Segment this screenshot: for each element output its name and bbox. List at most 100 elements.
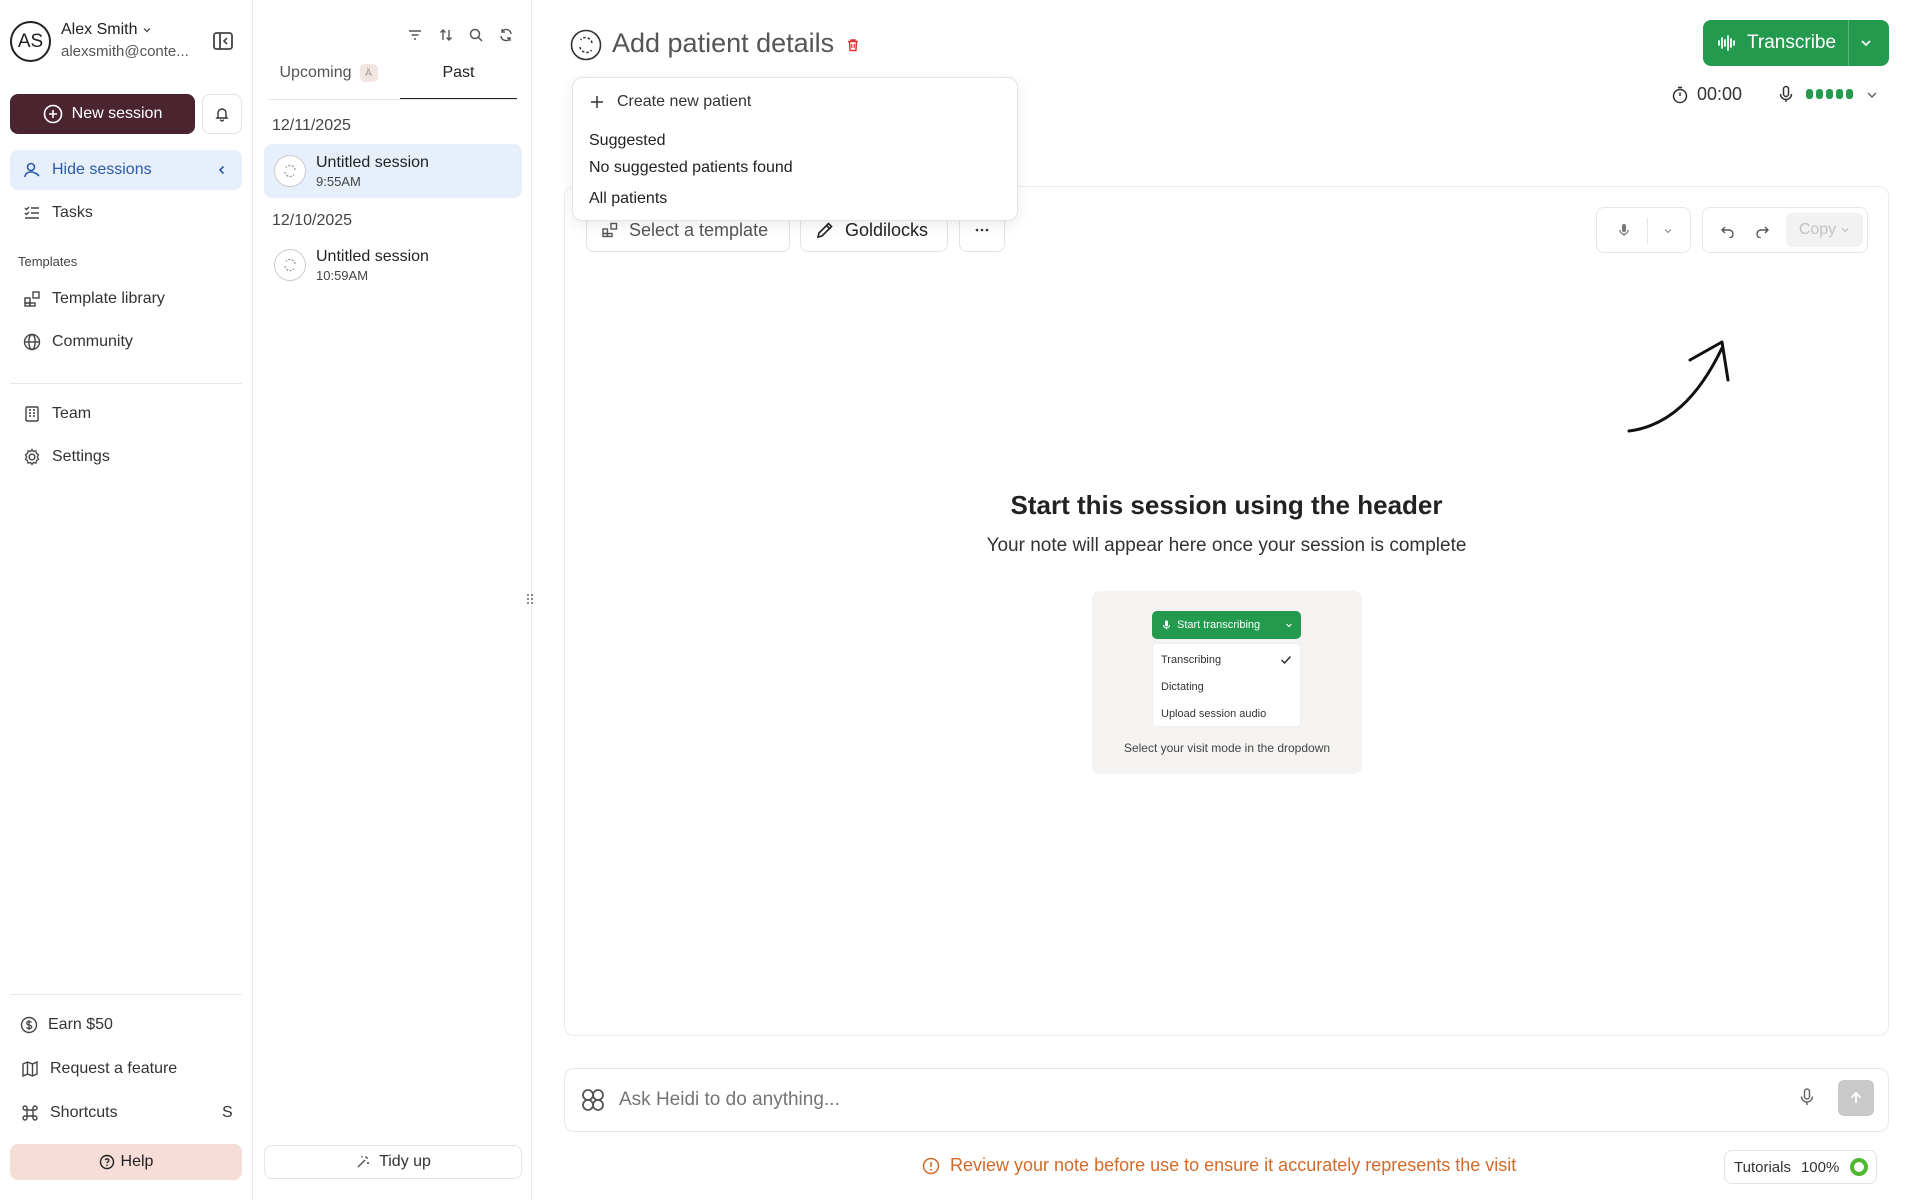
copy-button[interactable]: Copy — [1786, 213, 1863, 247]
new-session-button[interactable]: New session — [10, 94, 195, 134]
session-time: 9:55AM — [316, 173, 361, 189]
undo-icon[interactable] — [1720, 223, 1735, 238]
chevron-down-icon — [143, 28, 151, 33]
tab-label: Upcoming — [279, 64, 352, 81]
ask-heidi-input[interactable] — [619, 1089, 1719, 1111]
pencil-icon — [816, 222, 833, 239]
goldilocks-label: Goldilocks — [845, 219, 929, 240]
split-divider — [1848, 20, 1849, 66]
transcribe-button[interactable]: Transcribe — [1703, 20, 1889, 66]
session-time: 10:59AM — [316, 267, 369, 283]
avatar[interactable]: AS — [10, 21, 51, 62]
illus-button-label: Start transcribing — [1177, 619, 1261, 631]
templates-heading: Templates — [18, 254, 78, 269]
user-name: Alex Smith — [61, 21, 138, 38]
dollar-icon — [20, 1016, 38, 1034]
patient-status-icon[interactable] — [570, 29, 602, 61]
sidebar-item-team[interactable]: Team — [10, 394, 242, 434]
help-circle-icon — [99, 1154, 114, 1170]
sidebar-item-label: Community — [52, 333, 133, 350]
magic-wand-icon — [357, 1156, 370, 1168]
sidebar-item-label: Earn $50 — [48, 1016, 113, 1033]
sidebar-item-hide-sessions[interactable]: Hide sessions — [10, 150, 242, 190]
template-library-icon — [24, 291, 40, 307]
sidebar-item-label: Shortcuts — [50, 1104, 118, 1121]
sidebar-divider — [10, 383, 242, 384]
upcoming-count-badge: Ä — [359, 64, 378, 82]
microphone-icon — [1163, 620, 1170, 630]
empty-state-subtitle: Your note will appear here once your ses… — [986, 535, 1467, 556]
session-item[interactable]: Untitled session 9:55AM — [264, 144, 522, 198]
sidebar-item-request-feature[interactable]: Request a feature — [10, 1049, 242, 1089]
page-title[interactable]: Add patient details — [612, 28, 834, 59]
new-session-label: New session — [71, 105, 163, 122]
copy-label: Copy — [1798, 221, 1837, 238]
sidebar-divider — [10, 994, 242, 995]
chevron-down-icon[interactable] — [1865, 88, 1879, 102]
trash-icon[interactable] — [845, 37, 861, 53]
transcribe-label: Transcribe — [1747, 32, 1837, 53]
shortcut-key-badge: S — [222, 1104, 233, 1121]
microphone-icon[interactable] — [1777, 85, 1795, 103]
check-icon — [1281, 656, 1292, 665]
patient-dropdown: Create new patient Suggested No suggeste… — [572, 77, 1018, 221]
gear-icon — [24, 448, 40, 466]
sidebar-item-template-library[interactable]: Template library — [10, 279, 242, 319]
chevron-down-icon — [1841, 228, 1849, 233]
sidebar-item-label: Template library — [52, 290, 165, 307]
tidy-up-label: Tidy up — [379, 1153, 431, 1170]
session-item[interactable]: Untitled session 10:59AM — [264, 238, 522, 292]
sidebar-item-settings[interactable]: Settings — [10, 437, 242, 477]
sidebar-item-earn[interactable]: Earn $50 — [10, 1005, 242, 1045]
sidebar: AS Alex Smith alexsmith@conte... New ses… — [0, 0, 253, 1200]
send-button[interactable] — [1838, 1080, 1874, 1116]
sidebar-item-label: Request a feature — [50, 1060, 178, 1077]
command-icon — [22, 1105, 38, 1121]
collapse-sidebar-button[interactable] — [212, 30, 234, 52]
ask-heidi-bar[interactable] — [564, 1068, 1889, 1132]
sidebar-item-tasks[interactable]: Tasks — [10, 193, 242, 233]
help-label: Help — [120, 1153, 154, 1170]
account-menu[interactable]: Alex Smith — [61, 21, 153, 39]
session-status-icon — [274, 155, 306, 187]
illus-option: Dictating — [1161, 681, 1204, 693]
plus-circle-icon — [43, 104, 62, 124]
filter-icon[interactable] — [407, 27, 423, 43]
sessions-panel: Upcoming Ä Past 12/11/2025 Untitled sess… — [254, 0, 534, 1200]
session-title: Untitled session — [316, 153, 429, 171]
sidebar-item-label: Settings — [52, 448, 110, 465]
create-patient-label: Create new patient — [617, 93, 752, 110]
more-horizontal-icon — [975, 228, 989, 232]
microphone-icon[interactable] — [1617, 223, 1631, 237]
stopwatch-icon — [1672, 86, 1688, 103]
resize-handle-icon[interactable] — [526, 591, 534, 607]
sort-icon[interactable] — [438, 27, 454, 43]
sidebar-item-community[interactable]: Community — [10, 322, 242, 362]
sidebar-item-label: Tasks — [52, 204, 93, 221]
session-timer: 00:00 — [1671, 84, 1742, 105]
chevron-down-icon[interactable] — [1662, 225, 1674, 237]
sidebar-item-label: Hide sessions — [52, 161, 152, 178]
illus-option: Transcribing — [1161, 654, 1222, 666]
waveform-icon — [1718, 35, 1735, 51]
tidy-up-button[interactable]: Tidy up — [264, 1145, 522, 1179]
search-icon[interactable] — [468, 27, 484, 43]
user-email: alexsmith@conte... — [61, 43, 189, 60]
help-button[interactable]: Help — [10, 1144, 242, 1180]
create-patient-option[interactable]: Create new patient — [589, 93, 751, 111]
heidi-logo-icon — [582, 1089, 604, 1111]
tab-upcoming[interactable]: Upcoming Ä — [268, 64, 389, 100]
tab-past[interactable]: Past — [400, 64, 517, 100]
microphone-icon[interactable] — [1799, 1088, 1815, 1106]
chevron-down-icon[interactable] — [1859, 36, 1873, 50]
notifications-button[interactable] — [202, 94, 242, 134]
plus-icon — [591, 96, 603, 108]
all-patients-heading[interactable]: All patients — [589, 190, 667, 208]
redo-icon[interactable] — [1755, 223, 1770, 238]
sidebar-item-shortcuts[interactable]: Shortcuts — [10, 1093, 242, 1133]
tutorials-button[interactable]: Tutorials 100% — [1724, 1150, 1877, 1184]
visit-mode-illustration: Start transcribing Transcribing Dictatin… — [1092, 591, 1362, 774]
tutorials-progress: 100% — [1800, 1158, 1840, 1176]
refresh-icon[interactable] — [498, 27, 514, 43]
dictate-group — [1596, 207, 1691, 253]
